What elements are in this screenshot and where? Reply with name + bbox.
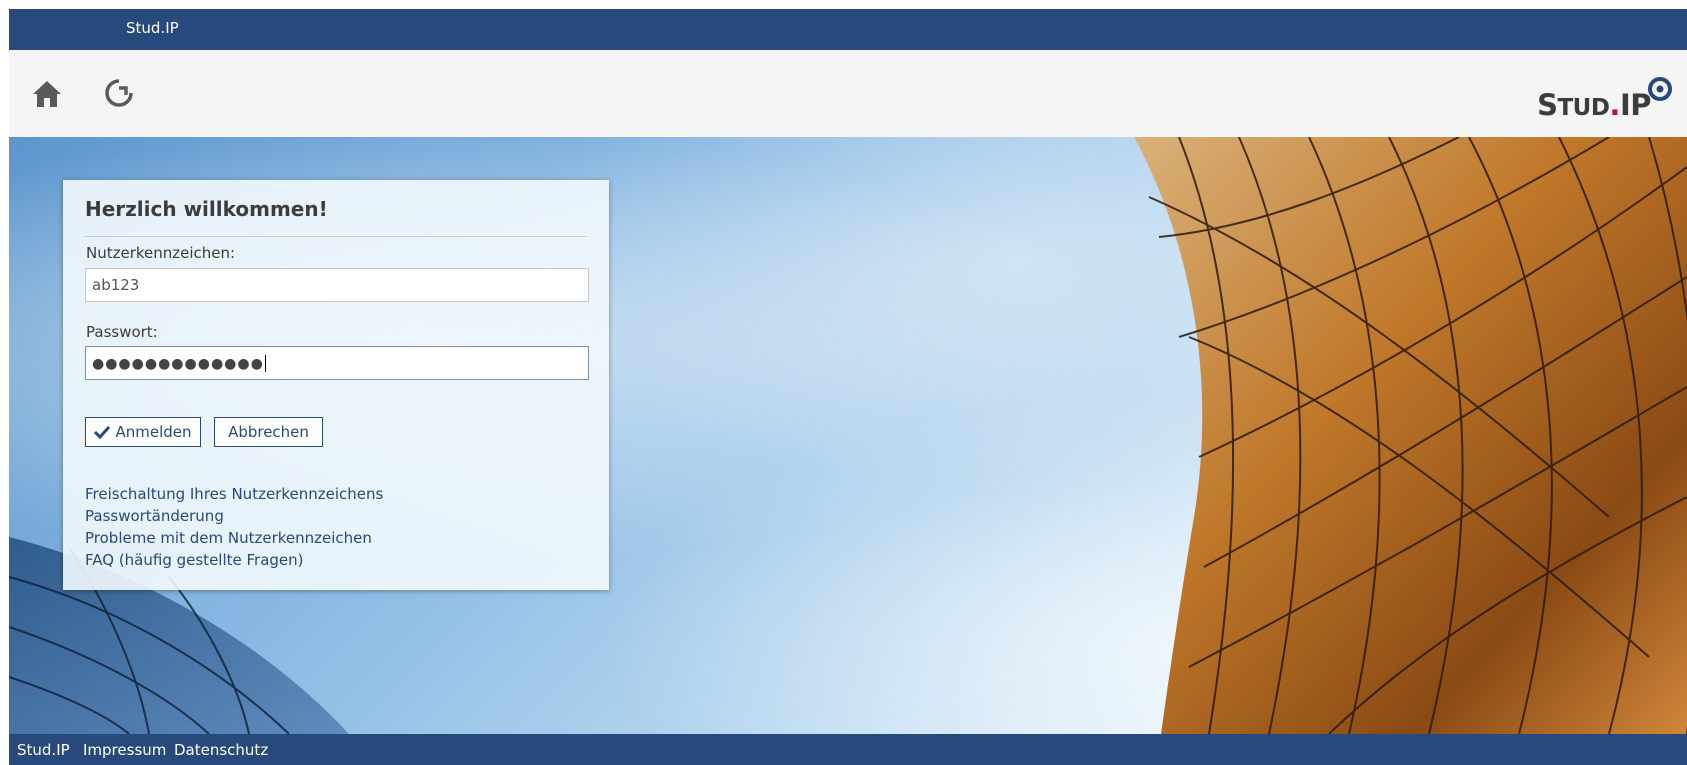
username-field[interactable]: ab123	[85, 268, 589, 302]
password-dots: ●●●●●●●●●●●●●	[92, 356, 264, 372]
header: STUD.IP	[9, 50, 1687, 137]
home-icon[interactable]	[31, 78, 63, 110]
top-bar: Stud.IP	[9, 9, 1687, 50]
top-bar-brand[interactable]: Stud.IP	[126, 19, 179, 37]
footer-link-impressum[interactable]: Impressum	[83, 741, 166, 759]
username-value: ab123	[92, 276, 140, 294]
footer-link-studip[interactable]: Stud.IP	[17, 741, 70, 759]
rotate-icon[interactable]	[104, 78, 134, 108]
link-faq[interactable]: FAQ (häufig gestellte Fragen)	[85, 549, 383, 571]
link-account-problems[interactable]: Probleme mit dem Nutzerkennzeichen	[85, 527, 383, 549]
text-caret	[264, 355, 266, 372]
hero-background: Herzlich willkommen! Nutzerkennzeichen: …	[9, 137, 1687, 734]
login-button-label: Anmelden	[115, 423, 192, 441]
title-divider	[85, 236, 587, 237]
logo-text: STUD.IP	[1537, 88, 1651, 122]
login-button[interactable]: Anmelden	[85, 417, 201, 447]
link-change-password[interactable]: Passwortänderung	[85, 505, 383, 527]
login-title: Herzlich willkommen!	[85, 197, 328, 221]
password-label: Passwort:	[86, 323, 158, 341]
footer-link-datenschutz[interactable]: Datenschutz	[174, 741, 268, 759]
cancel-button-label: Abbrechen	[228, 423, 309, 441]
username-label: Nutzerkennzeichen:	[86, 244, 236, 262]
help-links: Freischaltung Ihres Nutzerkennzeichens P…	[85, 483, 383, 571]
checkmark-icon	[94, 425, 111, 439]
login-box: Herzlich willkommen! Nutzerkennzeichen: …	[63, 180, 609, 590]
footer: Stud.IP Impressum Datenschutz	[9, 734, 1687, 765]
browser-frame: Stud.IP STUD.IP Herzlich willkommen! Nut…	[9, 9, 1687, 765]
link-activate-account[interactable]: Freischaltung Ihres Nutzerkennzeichens	[85, 483, 383, 505]
studip-logo[interactable]: STUD.IP	[1537, 72, 1673, 120]
password-field[interactable]: ●●●●●●●●●●●●●	[85, 346, 589, 380]
logo-target-icon	[1648, 77, 1672, 101]
cancel-button[interactable]: Abbrechen	[214, 417, 323, 447]
